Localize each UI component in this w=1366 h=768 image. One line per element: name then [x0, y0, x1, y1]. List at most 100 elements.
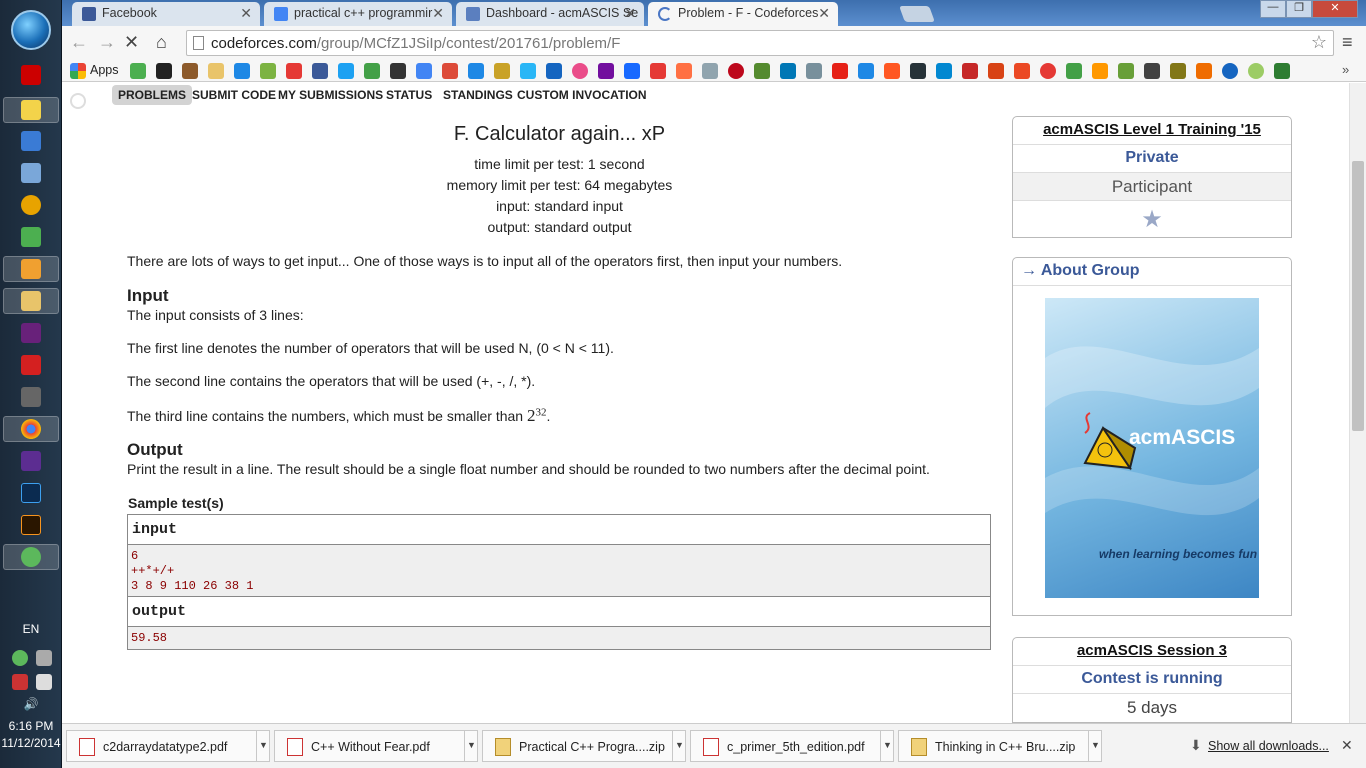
bookmark-icon[interactable] [546, 63, 562, 79]
bookmark-icon[interactable] [390, 63, 406, 79]
session-name-link[interactable]: acmASCIS Session 3 [1077, 642, 1227, 659]
scrollbar-thumb[interactable] [1352, 161, 1364, 431]
menu-problems[interactable]: PROBLEMS [112, 85, 193, 105]
star-icon[interactable]: ★ [1141, 206, 1163, 233]
behance-bookmark-icon[interactable] [624, 63, 640, 79]
bookmark-icon[interactable] [234, 63, 250, 79]
download-menu-chevron[interactable]: ▼ [880, 730, 894, 762]
bookmark-icon[interactable] [1040, 63, 1056, 79]
twitter-bookmark-icon[interactable] [338, 63, 354, 79]
bookmark-icon[interactable] [494, 63, 510, 79]
tab-codeforces-problem[interactable]: Problem - F - Codeforces ✕ [648, 2, 838, 26]
download-menu-chevron[interactable]: ▼ [1088, 730, 1102, 762]
bookmark-icon[interactable] [910, 63, 926, 79]
bookmark-icon[interactable] [1274, 63, 1290, 79]
bookmark-icon[interactable] [754, 63, 770, 79]
google-plus-bookmark-icon[interactable] [442, 63, 458, 79]
sample-output[interactable]: 59.58 [128, 627, 990, 649]
address-bar[interactable]: codeforces.com/group/MCfZ1JSiIp/contest/… [186, 30, 1334, 56]
bookmark-icon[interactable] [884, 63, 900, 79]
download-item[interactable]: Thinking in C++ Bru....zip ▼ [898, 730, 1102, 762]
taskbar-app-icon[interactable] [21, 195, 41, 215]
close-downloads-icon[interactable]: ✕ [1341, 737, 1353, 754]
tab-facebook[interactable]: Facebook ✕ [72, 2, 260, 26]
bookmark-icon[interactable] [468, 63, 484, 79]
new-tab-button[interactable] [899, 6, 935, 22]
visual-studio-icon[interactable] [21, 323, 41, 343]
chrome-menu-icon[interactable]: ≡ [1342, 32, 1353, 53]
google-bookmark-icon[interactable] [416, 63, 432, 79]
menu-standings[interactable]: STANDINGS [437, 85, 519, 105]
tray-utorrent-icon[interactable] [12, 650, 28, 666]
menu-custom-invocation[interactable]: CUSTOM INVOCATION [511, 85, 653, 105]
bookmark-star-icon[interactable]: ☆ [1311, 32, 1327, 53]
bookmark-icon[interactable] [702, 63, 718, 79]
taskbar-app-icon[interactable] [21, 65, 41, 85]
sample-input[interactable]: 6 ++*+/+ 3 8 9 110 26 38 1 [128, 545, 990, 597]
bookmark-icon[interactable] [520, 63, 536, 79]
bookmark-icon[interactable] [1248, 63, 1264, 79]
download-menu-chevron[interactable]: ▼ [256, 730, 270, 762]
forward-icon[interactable]: → [98, 32, 116, 53]
taskbar-app-icon[interactable] [21, 131, 41, 151]
maximize-button[interactable]: ❐ [1286, 0, 1312, 18]
show-all-downloads-link[interactable]: Show all downloads... [1208, 739, 1329, 753]
visual-studio-icon[interactable] [21, 451, 41, 471]
folder-icon[interactable] [21, 291, 41, 311]
utorrent-icon[interactable] [21, 547, 41, 567]
facebook-bookmark-icon[interactable] [312, 63, 328, 79]
bookmark-icon[interactable] [156, 63, 172, 79]
bookmark-icon[interactable] [676, 63, 692, 79]
bookmark-icon[interactable] [286, 63, 302, 79]
bookmark-icon[interactable] [1144, 63, 1160, 79]
more-bookmarks-icon[interactable]: » [1342, 62, 1349, 77]
bookmark-icon[interactable] [1222, 63, 1238, 79]
yahoo-bookmark-icon[interactable] [598, 63, 614, 79]
language-indicator[interactable]: EN [0, 622, 62, 636]
photoshop-icon[interactable] [21, 483, 41, 503]
about-group-title[interactable]: → About Group [1013, 258, 1291, 286]
bookmark-icon[interactable] [1196, 63, 1212, 79]
download-item[interactable]: c2darraydatatype2.pdf ▼ [66, 730, 270, 762]
close-tab-icon[interactable]: ✕ [432, 5, 444, 22]
bookmark-icon[interactable] [364, 63, 380, 79]
back-icon[interactable]: ← [70, 32, 88, 53]
bookmark-icon[interactable] [858, 63, 874, 79]
vertical-scrollbar[interactable] [1349, 83, 1366, 723]
download-item[interactable]: c_primer_5th_edition.pdf ▼ [690, 730, 894, 762]
stop-icon[interactable]: ✕ [124, 32, 139, 53]
menu-my-submissions[interactable]: MY SUBMISSIONS [272, 85, 389, 105]
scroll-up-icon[interactable] [70, 93, 86, 109]
bookmark-icon[interactable] [806, 63, 822, 79]
bookmark-icon[interactable] [988, 63, 1004, 79]
tray-network-icon[interactable] [36, 650, 52, 666]
taskbar-app-icon[interactable] [21, 163, 41, 183]
chrome-icon[interactable] [21, 419, 41, 439]
bookmark-icon[interactable] [208, 63, 224, 79]
download-menu-chevron[interactable]: ▼ [464, 730, 478, 762]
close-tab-icon[interactable]: ✕ [240, 5, 252, 22]
acrobat-icon[interactable] [21, 355, 41, 375]
youtube-bookmark-icon[interactable] [832, 63, 848, 79]
bookmark-icon[interactable] [936, 63, 952, 79]
media-player-icon[interactable] [21, 259, 41, 279]
close-window-button[interactable]: ✕ [1312, 0, 1358, 18]
taskbar-app-icon[interactable] [21, 227, 41, 247]
bookmark-icon[interactable] [182, 63, 198, 79]
apps-icon[interactable] [70, 63, 86, 79]
close-tab-icon[interactable]: ✕ [624, 5, 636, 22]
menu-submit-code[interactable]: SUBMIT CODE [186, 85, 282, 105]
dribbble-bookmark-icon[interactable] [572, 63, 588, 79]
contest-name-link[interactable]: acmASCIS Level 1 Training '15 [1043, 121, 1261, 138]
download-item[interactable]: Practical C++ Progra....zip ▼ [482, 730, 686, 762]
bookmark-icon[interactable] [1170, 63, 1186, 79]
download-item[interactable]: C++ Without Fear.pdf ▼ [274, 730, 478, 762]
menu-status[interactable]: STATUS [380, 85, 438, 105]
bookmark-icon[interactable] [1066, 63, 1082, 79]
bookmark-icon[interactable] [130, 63, 146, 79]
bookmark-icon[interactable] [1014, 63, 1030, 79]
illustrator-icon[interactable] [21, 515, 41, 535]
start-button[interactable] [11, 10, 51, 50]
download-menu-chevron[interactable]: ▼ [672, 730, 686, 762]
bookmark-icon[interactable] [1118, 63, 1134, 79]
